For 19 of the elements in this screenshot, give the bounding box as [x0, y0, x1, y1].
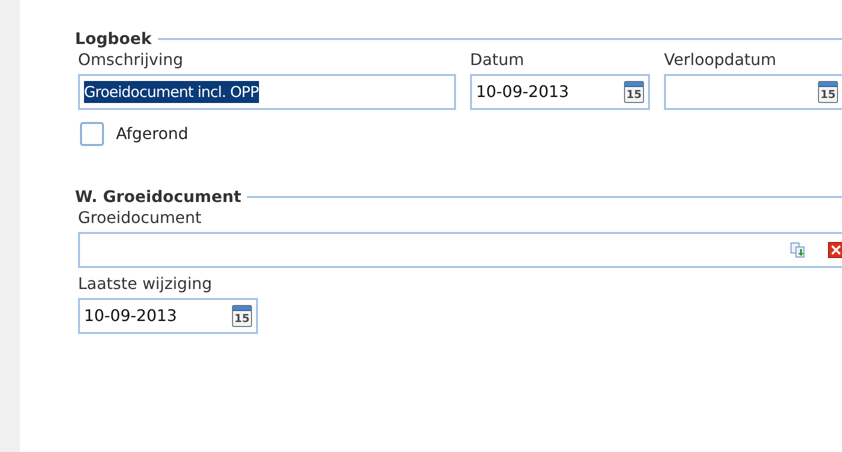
- close-icon[interactable]: [828, 242, 842, 258]
- file-field[interactable]: [78, 232, 842, 268]
- checkbox[interactable]: [80, 122, 104, 146]
- section-title: Logboek: [75, 28, 152, 50]
- date-field[interactable]: 10-09-2013 15: [78, 298, 258, 334]
- checkbox-label: Afgerond: [116, 123, 188, 145]
- input-field[interactable]: Groeidocument incl. OPP: [78, 74, 456, 110]
- document-import-icon[interactable]: [790, 242, 806, 258]
- section-title: W. Groeidocument: [75, 186, 242, 208]
- calendar-icon[interactable]: 15: [818, 81, 838, 103]
- field-label: Laatste wijziging: [78, 274, 214, 294]
- field-label: Datum: [470, 50, 526, 70]
- field-label: Omschrijving: [78, 50, 184, 70]
- field-label: Verloopdatum: [664, 50, 778, 70]
- date-field[interactable]: 10-09-2013 15: [470, 74, 650, 110]
- calendar-icon[interactable]: 15: [232, 305, 252, 327]
- calendar-icon[interactable]: 15: [624, 81, 644, 103]
- field-label: Groeidocument: [78, 208, 202, 228]
- date-field[interactable]: 15: [664, 74, 842, 110]
